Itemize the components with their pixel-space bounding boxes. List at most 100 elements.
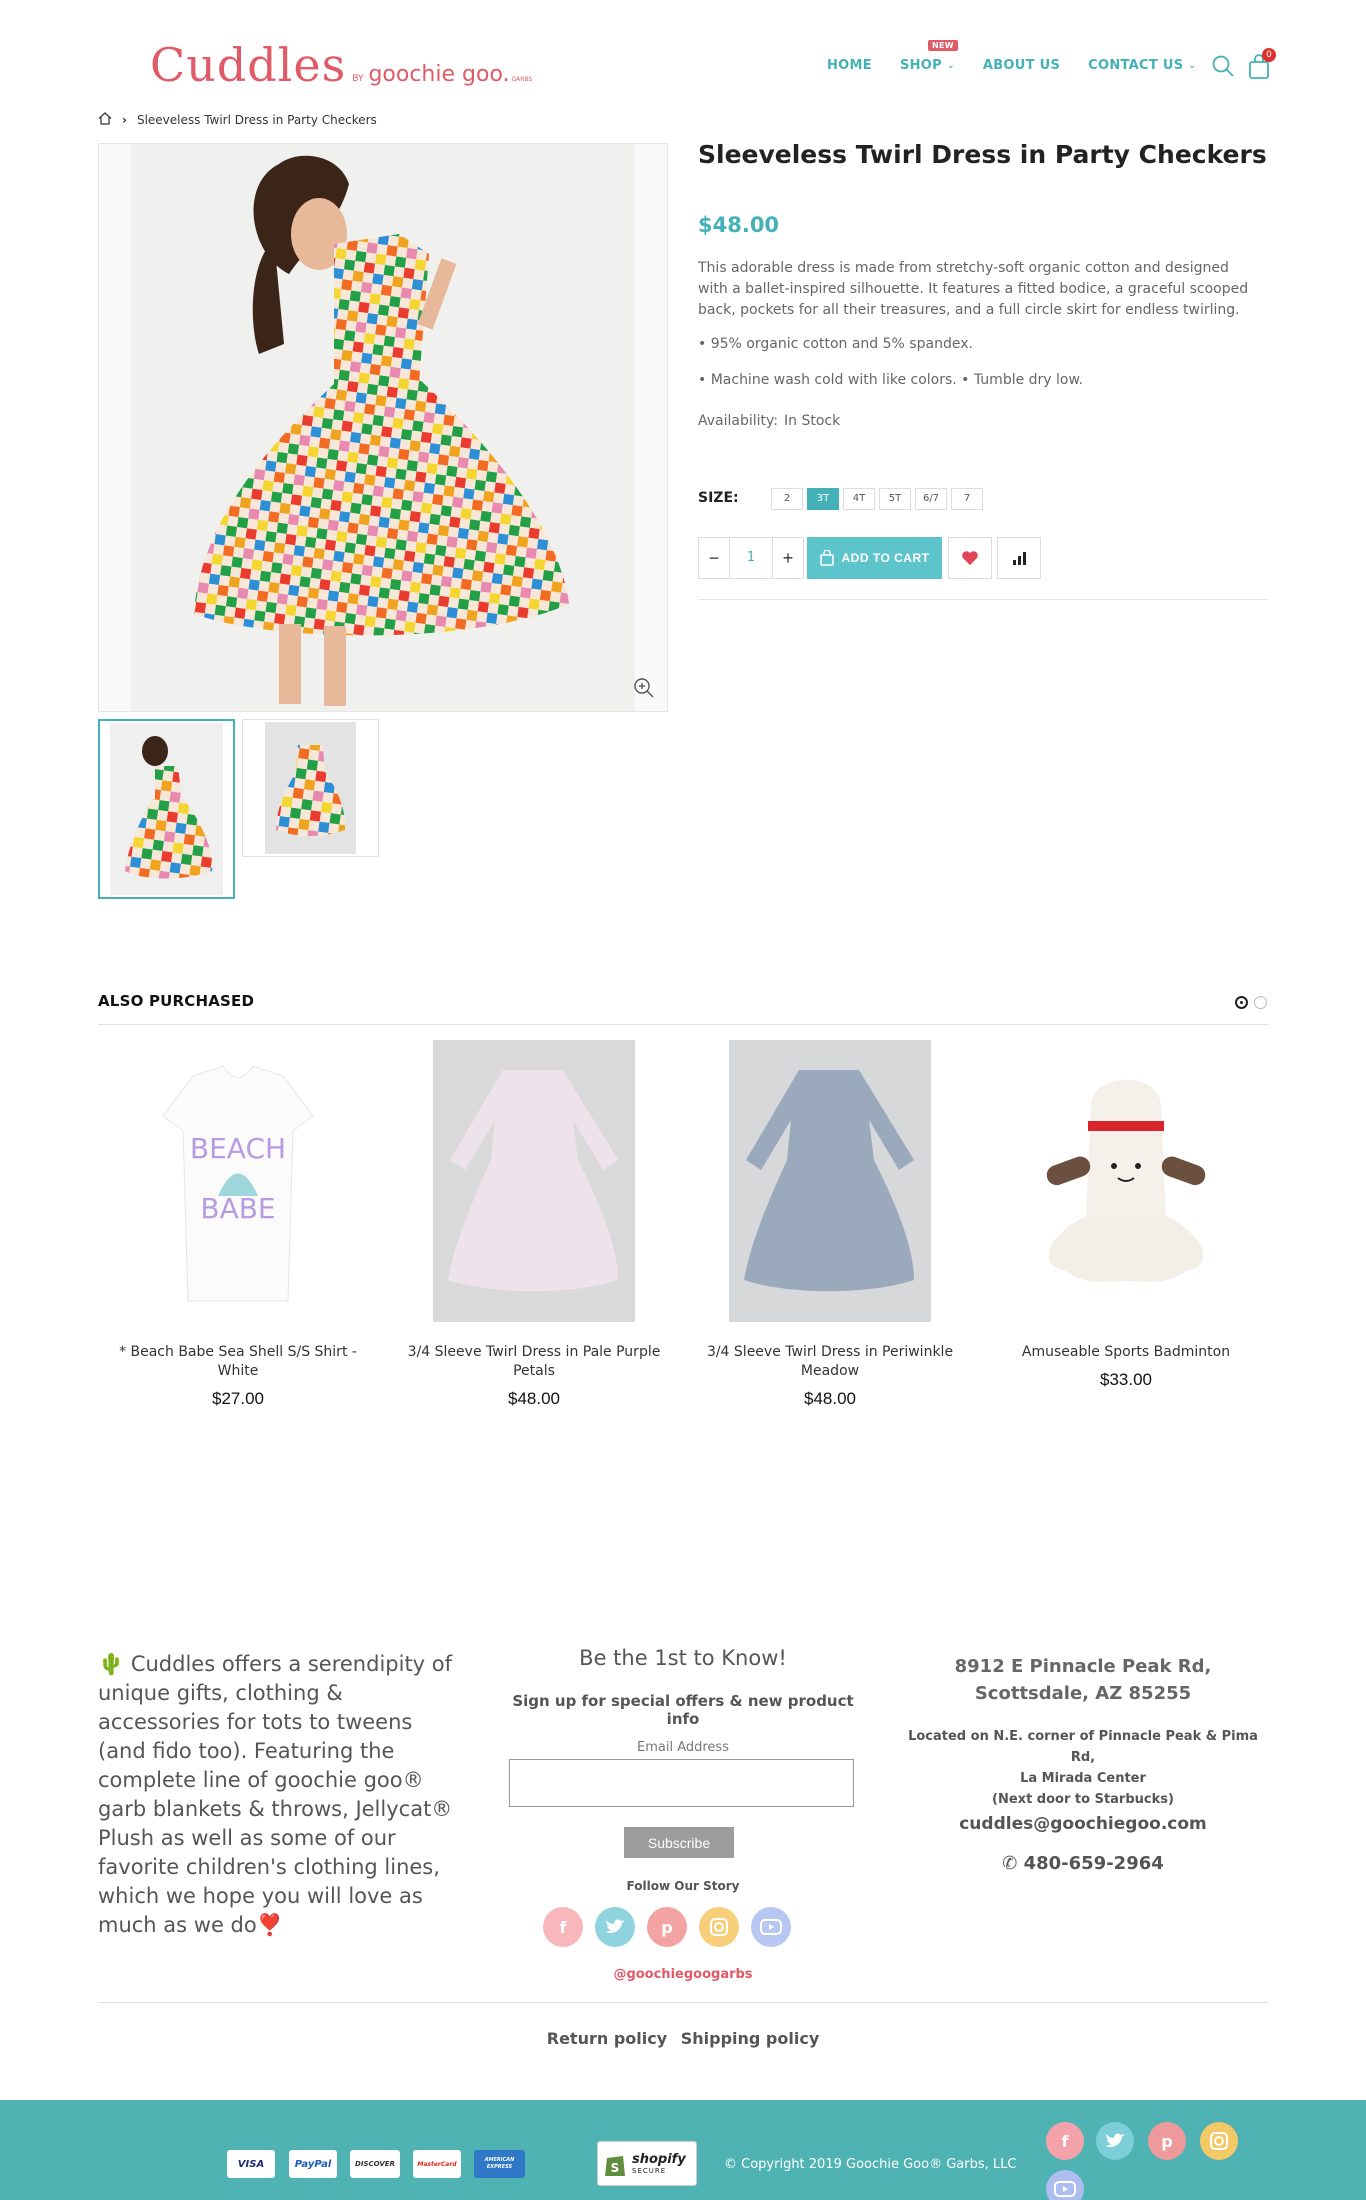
facebook-icon[interactable]: f <box>1046 2122 1084 2160</box>
logo-by-text: BY <box>352 74 364 84</box>
product-bullet-material: • 95% organic cotton and 5% spandex. <box>698 336 973 352</box>
paypal-icon: PayPal <box>289 2150 337 2178</box>
product-card-image[interactable] <box>690 1038 970 1323</box>
contact-email-link[interactable]: cuddles@goochiegoo.com <box>898 1814 1268 1834</box>
quantity-input[interactable]: 1 <box>729 538 773 578</box>
product-card-name[interactable]: 3/4 Sleeve Twirl Dress in Pale Purple Pe… <box>394 1343 674 1381</box>
size-label: SIZE: <box>698 490 739 506</box>
store-address: 8912 E Pinnacle Peak Rd, Scottsdale, AZ … <box>954 1656 1212 1704</box>
contact-phone[interactable]: ✆ 480-659-2964 <box>898 1853 1268 1874</box>
dress-photo <box>131 144 635 711</box>
size-option[interactable]: 2 <box>771 488 803 510</box>
size-option[interactable]: 4T <box>843 488 875 510</box>
product-card-name[interactable]: * Beach Babe Sea Shell S/S Shirt - White <box>98 1343 378 1381</box>
size-option[interactable]: 6/7 <box>915 488 947 510</box>
logo-main-text: Cuddles <box>150 38 347 92</box>
product-card[interactable]: BEACH BABE * Beach Babe Sea Shell S/S Sh… <box>98 1038 378 1409</box>
product-card-price: $33.00 <box>1100 1370 1152 1389</box>
product-card-image[interactable]: BEACH BABE <box>98 1038 378 1323</box>
home-icon[interactable] <box>98 112 112 128</box>
carousel-dot-active[interactable] <box>1235 996 1248 1009</box>
thumbnail-image <box>110 723 223 895</box>
social-links: f p <box>543 1907 791 1947</box>
compare-button[interactable] <box>997 537 1041 579</box>
quantity-increase-button[interactable]: + <box>773 538 803 578</box>
size-option[interactable]: 7 <box>951 488 983 510</box>
also-purchased-title: ALSO PURCHASED <box>98 992 255 1010</box>
nav-contact[interactable]: CONTACT US ⌄ <box>1088 58 1196 73</box>
product-card-image[interactable] <box>394 1038 674 1323</box>
product-card-image[interactable] <box>986 1038 1266 1323</box>
cart-button[interactable]: 0 <box>1248 48 1276 84</box>
subscribe-button[interactable]: Subscribe <box>624 1827 734 1858</box>
site-logo[interactable]: Cuddles BY goochie goo. GARBS <box>150 38 532 92</box>
product-title: Sleeveless Twirl Dress in Party Checkers <box>698 140 1267 169</box>
thumbnail-1[interactable] <box>98 719 235 899</box>
twitter-icon[interactable] <box>595 1907 635 1947</box>
shopping-bag-icon <box>819 550 834 566</box>
youtube-icon[interactable] <box>1046 2170 1084 2200</box>
product-bullet-care: • Machine wash cold with like colors. • … <box>698 372 1084 388</box>
facebook-icon[interactable]: f <box>543 1907 583 1947</box>
newsletter-subheading: Sign up for special offers & new product… <box>512 1692 854 1728</box>
svg-text:p: p <box>661 1918 672 1937</box>
breadcrumb-current: Sleeveless Twirl Dress in Party Checkers <box>136 113 377 127</box>
shipping-policy-link[interactable]: Shipping policy <box>681 2029 820 2048</box>
visa-icon: VISA <box>227 2150 275 2178</box>
shopify-label: shopify <box>632 2152 686 2167</box>
svg-text:S: S <box>611 2161 620 2175</box>
zoom-in-icon[interactable] <box>631 675 657 701</box>
main-nav: HOME NEW SHOP ⌄ ABOUT US CONTACT US ⌄ <box>827 40 1224 73</box>
follow-heading: Follow Our Story <box>626 1879 740 1893</box>
email-field[interactable] <box>509 1759 854 1807</box>
add-to-cart-button[interactable]: ADD TO CART <box>807 537 942 579</box>
heart-icon <box>962 551 978 565</box>
nav-about[interactable]: ABOUT US <box>983 58 1060 73</box>
product-card[interactable]: Amuseable Sports Badminton $33.00 <box>986 1038 1266 1390</box>
quantity-stepper: − 1 + <box>698 537 804 579</box>
search-icon[interactable] <box>1211 54 1235 82</box>
newsletter-heading: Be the 1st to Know! <box>579 1646 787 1670</box>
instagram-icon[interactable] <box>699 1907 739 1947</box>
footer-about-text: 🌵 Cuddles offers a serendipity of unique… <box>98 1652 453 1937</box>
email-label: Email Address <box>637 1740 729 1755</box>
return-policy-link[interactable]: Return policy <box>547 2029 667 2048</box>
thumbnail-image <box>265 722 356 854</box>
pinterest-icon[interactable]: p <box>647 1907 687 1947</box>
product-price: $48.00 <box>698 213 780 237</box>
instagram-handle-link[interactable]: @goochiegoogarbs <box>508 1967 858 1982</box>
product-card-price: $27.00 <box>212 1389 264 1408</box>
product-main-image[interactable] <box>98 143 668 712</box>
chevron-down-icon: ⌄ <box>1188 60 1197 71</box>
twitter-icon[interactable] <box>1096 2122 1134 2160</box>
add-to-cart-label: ADD TO CART <box>841 551 930 565</box>
product-card-name[interactable]: Amuseable Sports Badminton <box>986 1343 1266 1362</box>
thumbnail-2[interactable] <box>242 719 379 857</box>
shopify-secure-badge: S shopify SECURE <box>597 2141 697 2186</box>
store-location-note: Located on N.E. corner of Pinnacle Peak … <box>908 1729 1258 1807</box>
size-option-selected[interactable]: 3T <box>807 488 839 510</box>
carousel-dot[interactable] <box>1254 996 1267 1009</box>
product-card-name[interactable]: 3/4 Sleeve Twirl Dress in Periwinkle Mea… <box>690 1343 970 1381</box>
cart-count-badge: 0 <box>1262 48 1276 62</box>
nav-shop[interactable]: NEW SHOP ⌄ <box>900 40 958 73</box>
quantity-decrease-button[interactable]: − <box>699 538 729 578</box>
product-card[interactable]: 3/4 Sleeve Twirl Dress in Periwinkle Mea… <box>690 1038 970 1409</box>
bar-chart-icon <box>1013 552 1026 565</box>
svg-text:f: f <box>1062 2132 1070 2151</box>
mastercard-icon: MasterCard <box>413 2150 461 2178</box>
divider <box>98 2002 1268 2003</box>
phone-icon: ✆ <box>1002 1853 1018 1874</box>
product-card[interactable]: 3/4 Sleeve Twirl Dress in Pale Purple Pe… <box>394 1038 674 1409</box>
chevron-right-icon: › <box>122 113 127 127</box>
wishlist-button[interactable] <box>948 537 992 579</box>
youtube-icon[interactable] <box>751 1907 791 1947</box>
nav-home[interactable]: HOME <box>827 58 872 73</box>
copyright: © Copyright 2019 Goochie Goo® Garbs, LLC <box>724 2157 1017 2172</box>
product-description: This adorable dress is made from stretch… <box>698 260 1249 318</box>
size-option[interactable]: 5T <box>879 488 911 510</box>
amex-icon: AMERICAN EXPRESS <box>474 2150 525 2178</box>
pinterest-icon[interactable]: p <box>1148 2122 1186 2160</box>
instagram-icon[interactable] <box>1200 2122 1238 2160</box>
shopify-secure-label: SECURE <box>632 2167 667 2175</box>
